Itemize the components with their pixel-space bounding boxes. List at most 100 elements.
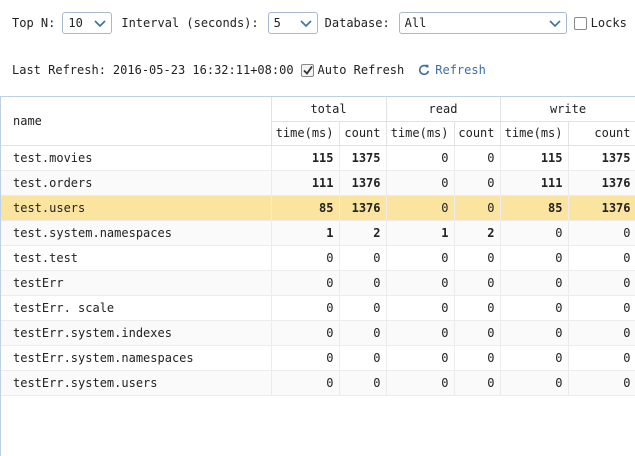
row-name-cell: testErr xyxy=(1,270,272,296)
row-name-cell: testErr. scale xyxy=(1,295,272,321)
row-value-cell: 0 xyxy=(271,370,340,396)
row-value-cell: 0 xyxy=(568,270,635,296)
group-header-read: read xyxy=(386,97,501,122)
row-value-cell: 0 xyxy=(386,270,455,296)
row-value-cell: 1 xyxy=(271,220,340,246)
row-value-cell: 0 xyxy=(500,345,569,371)
row-name-cell: testErr.system.users xyxy=(1,370,272,396)
row-value-cell: 0 xyxy=(386,145,455,171)
row-name-cell: test.movies xyxy=(1,145,272,171)
row-value-cell: 115 xyxy=(271,145,340,171)
table-row[interactable]: test.system.namespaces 1 2 1 2 0 0 xyxy=(1,220,635,246)
locks-checkbox[interactable] xyxy=(573,16,587,30)
row-value-cell: 0 xyxy=(500,370,569,396)
table-row[interactable]: test.movies 115 1375 0 0 115 1375 xyxy=(1,145,635,171)
top-n-select[interactable]: 10 xyxy=(62,12,113,34)
row-value-cell: 0 xyxy=(568,220,635,246)
row-value-cell: 111 xyxy=(271,170,340,196)
row-name-cell: testErr.system.namespaces xyxy=(1,345,272,371)
row-value-cell: 0 xyxy=(339,270,387,296)
table-row[interactable]: test.orders 111 1376 0 0 111 1376 xyxy=(1,170,635,196)
auto-refresh-label: Auto Refresh xyxy=(317,63,405,77)
row-value-cell: 0 xyxy=(454,270,501,296)
row-value-cell: 1376 xyxy=(339,170,387,196)
toolbar: Top N: 10 Interval (seconds): 5 Database… xyxy=(12,11,627,35)
last-refresh-value: 2016-05-23 16:32:11+08:00 xyxy=(112,63,294,77)
database-select[interactable]: All xyxy=(398,12,567,34)
table-row[interactable]: testErr.system.namespaces 0 0 0 0 0 0 xyxy=(1,345,635,371)
row-value-cell: 0 xyxy=(500,295,569,321)
column-header-read-count[interactable]: count xyxy=(454,121,501,146)
row-value-cell: 2 xyxy=(339,220,387,246)
row-value-cell: 0 xyxy=(386,320,455,346)
row-value-cell: 0 xyxy=(339,320,387,346)
row-value-cell: 111 xyxy=(500,170,569,196)
row-value-cell: 0 xyxy=(568,345,635,371)
row-value-cell: 1376 xyxy=(568,195,635,221)
row-value-cell: 0 xyxy=(454,170,501,196)
database-value: All xyxy=(404,16,427,30)
row-value-cell: 0 xyxy=(454,145,501,171)
table-row[interactable]: testErr. scale 0 0 0 0 0 0 xyxy=(1,295,635,321)
chevron-down-icon xyxy=(300,20,312,28)
row-value-cell: 0 xyxy=(500,220,569,246)
table-row[interactable]: test.test 0 0 0 0 0 0 xyxy=(1,245,635,271)
chevron-down-icon xyxy=(94,20,106,28)
row-value-cell: 0 xyxy=(386,195,455,221)
interval-value: 5 xyxy=(273,16,281,30)
refresh-button[interactable]: Refresh xyxy=(418,63,486,77)
auto-refresh-checkbox[interactable] xyxy=(300,63,314,77)
locks-label: Locks xyxy=(590,16,627,30)
row-value-cell: 0 xyxy=(386,370,455,396)
table-row[interactable]: testErr.system.indexes 0 0 0 0 0 0 xyxy=(1,320,635,346)
row-value-cell: 0 xyxy=(500,245,569,271)
row-value-cell: 0 xyxy=(454,370,501,396)
row-value-cell: 0 xyxy=(386,295,455,321)
row-value-cell: 0 xyxy=(386,170,455,196)
column-header-total-count[interactable]: count xyxy=(339,121,387,146)
table-body: test.movies 115 1375 0 0 115 1375 test.orders 11… xyxy=(1,145,635,396)
row-value-cell: 0 xyxy=(568,370,635,396)
row-value-cell: 115 xyxy=(500,145,569,171)
checkmark-icon xyxy=(302,65,313,75)
row-value-cell: 0 xyxy=(500,270,569,296)
row-value-cell: 0 xyxy=(339,370,387,396)
table-row[interactable]: testErr 0 0 0 0 0 0 xyxy=(1,270,635,296)
row-name-cell: test.users xyxy=(1,195,272,221)
row-value-cell: 85 xyxy=(271,195,340,221)
column-header-total-time[interactable]: time(ms) xyxy=(271,121,340,146)
refresh-icon xyxy=(419,64,430,76)
group-header-write: write xyxy=(500,97,635,122)
row-value-cell: 0 xyxy=(339,345,387,371)
column-header-write-count[interactable]: count xyxy=(568,121,635,146)
row-value-cell: 0 xyxy=(454,195,501,221)
refresh-row: Last Refresh: 2016-05-23 16:32:11+08:00 … xyxy=(12,62,486,78)
column-header-name[interactable]: name xyxy=(1,97,272,146)
row-name-cell: test.test xyxy=(1,245,272,271)
refresh-label: Refresh xyxy=(435,63,486,77)
chevron-down-icon xyxy=(549,20,561,28)
stats-table: name total read write time(ms) count tim… xyxy=(1,97,635,396)
row-value-cell: 0 xyxy=(386,345,455,371)
row-value-cell: 0 xyxy=(454,245,501,271)
row-value-cell: 0 xyxy=(568,295,635,321)
group-header-total: total xyxy=(271,97,387,122)
last-refresh-label: Last Refresh: xyxy=(12,63,106,77)
row-value-cell: 0 xyxy=(271,245,340,271)
row-value-cell: 1376 xyxy=(339,195,387,221)
row-value-cell: 0 xyxy=(454,345,501,371)
row-value-cell: 0 xyxy=(271,345,340,371)
row-value-cell: 85 xyxy=(500,195,569,221)
row-value-cell: 0 xyxy=(271,295,340,321)
row-name-cell: test.orders xyxy=(1,170,272,196)
row-value-cell: 0 xyxy=(454,320,501,346)
top-n-value: 10 xyxy=(68,16,83,30)
table-row[interactable]: test.users 85 1376 0 0 85 1376 xyxy=(1,195,635,221)
interval-select[interactable]: 5 xyxy=(267,12,318,34)
column-header-read-time[interactable]: time(ms) xyxy=(386,121,455,146)
row-value-cell: 0 xyxy=(500,320,569,346)
row-value-cell: 1376 xyxy=(568,170,635,196)
table-row[interactable]: testErr.system.users 0 0 0 0 0 0 xyxy=(1,370,635,396)
column-header-write-time[interactable]: time(ms) xyxy=(500,121,569,146)
row-value-cell: 0 xyxy=(271,270,340,296)
